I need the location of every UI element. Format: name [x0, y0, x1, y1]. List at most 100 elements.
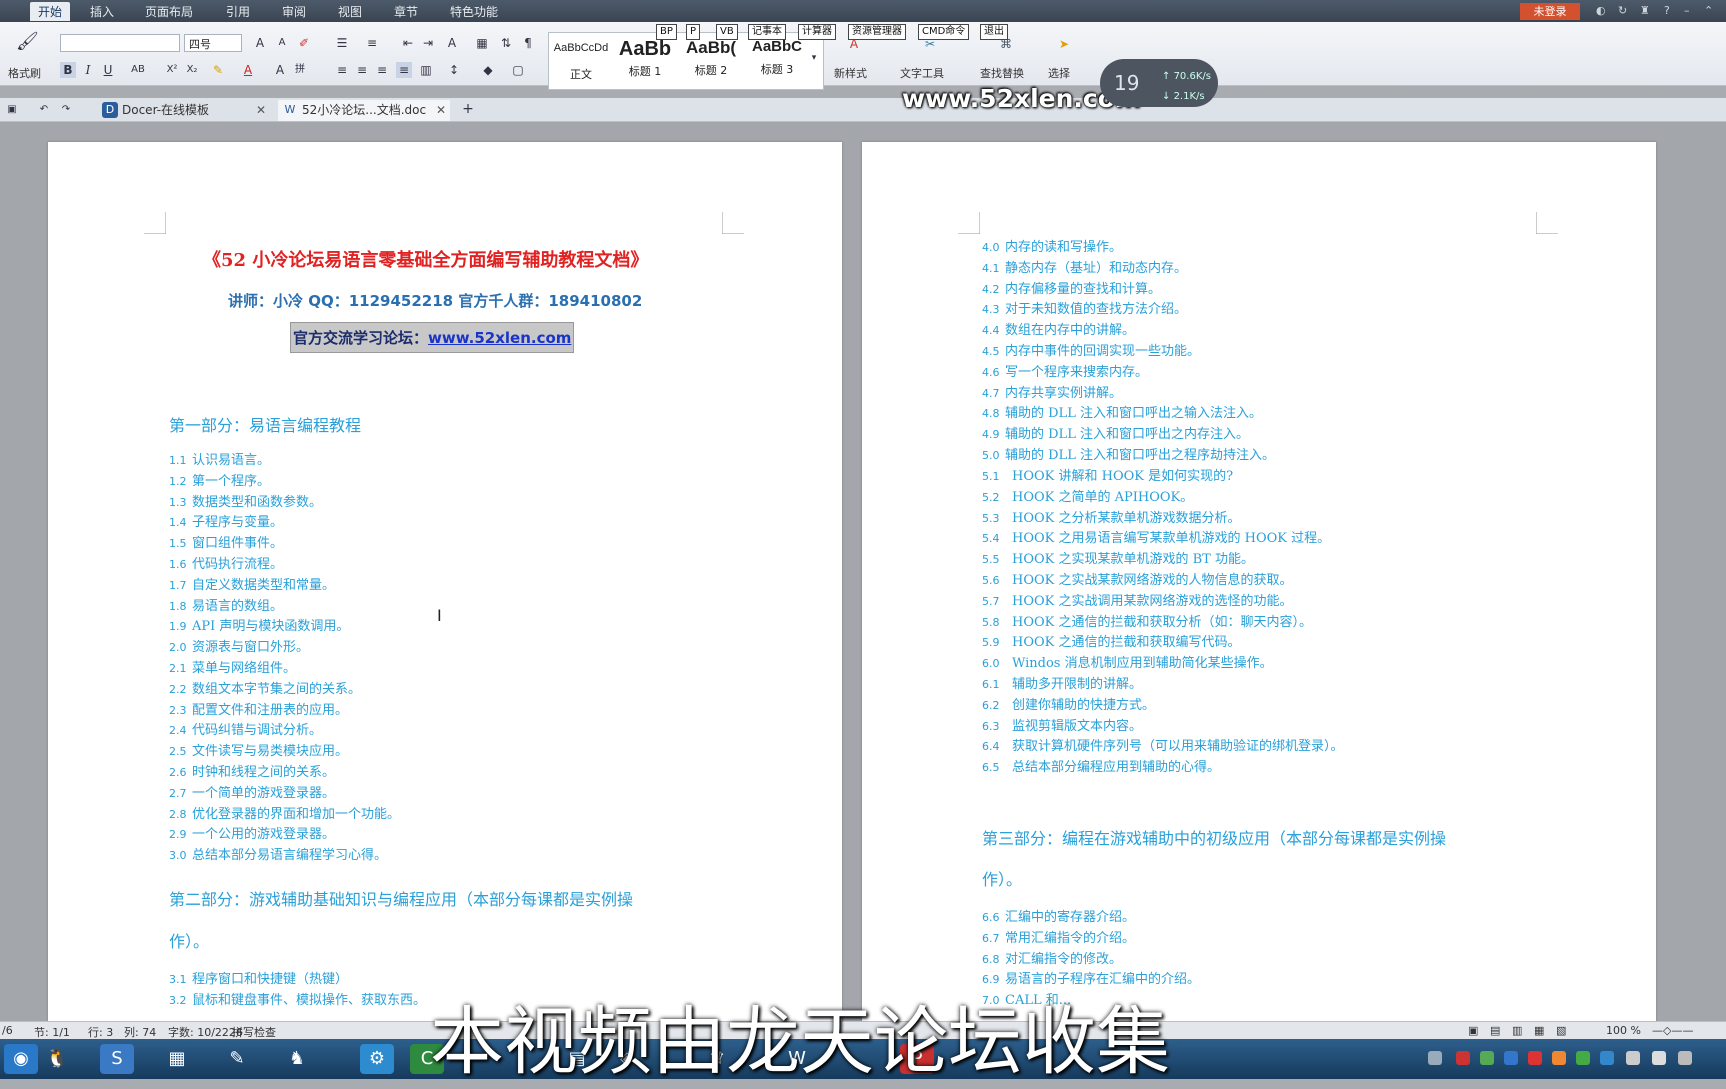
outline-view-icon[interactable]: ▥ — [1512, 1024, 1522, 1037]
view-mode-icon[interactable]: ▣ — [1468, 1024, 1478, 1037]
doc-tab-docer[interactable]: D Docer-在线模板 ✕ — [98, 100, 270, 121]
float-button-notepad[interactable]: 记事本 — [748, 24, 786, 40]
shrink-font-icon[interactable]: A — [274, 35, 290, 51]
phonetic-icon[interactable]: 拼 — [292, 62, 308, 78]
font-size-select[interactable]: 四号 — [184, 34, 242, 52]
close-icon[interactable]: ✕ — [256, 100, 266, 120]
undo-icon[interactable]: ↶ — [36, 102, 52, 118]
minimize-icon[interactable]: – — [1684, 4, 1690, 17]
zoom-slider[interactable]: —◇—— — [1652, 1024, 1693, 1037]
spell-check[interactable]: 拼写检查 — [232, 1024, 276, 1040]
decrease-indent-icon[interactable]: ⇤ — [400, 35, 416, 51]
volume-icon[interactable] — [1652, 1051, 1666, 1065]
distribute-icon[interactable]: ▥ — [418, 62, 434, 78]
tab-chapter[interactable]: 章节 — [394, 3, 418, 20]
highlight-icon[interactable]: ✎ — [210, 62, 226, 78]
close-icon[interactable]: ✕ — [436, 100, 446, 120]
shield-icon[interactable] — [1504, 1051, 1518, 1065]
grow-font-icon[interactable]: A — [252, 35, 268, 51]
clear-format-icon[interactable]: ✐ — [296, 35, 312, 51]
italic-button[interactable]: I — [80, 62, 96, 78]
action-center-icon[interactable] — [1678, 1051, 1692, 1065]
tab-references[interactable]: 引用 — [226, 3, 250, 20]
superscript-icon[interactable]: X² — [164, 62, 180, 78]
brush-icon[interactable]: 🖌 — [16, 33, 39, 51]
shirt-icon[interactable]: ♜ — [1640, 4, 1650, 17]
numbering-icon[interactable]: ≡ — [364, 35, 380, 51]
antivirus-icon[interactable] — [1456, 1051, 1470, 1065]
network-monitor[interactable]: 19 ↑ 70.6K/s ↓ 2.1K/s — [1100, 59, 1218, 107]
style-heading-2[interactable]: AaBb( 标题 2 — [680, 38, 742, 84]
find-replace-label[interactable]: 查找替换 — [980, 65, 1024, 81]
select-label[interactable]: 选择 — [1048, 65, 1070, 81]
bold-button[interactable]: B — [60, 62, 76, 78]
collapse-icon[interactable]: ⌃ — [1704, 4, 1713, 17]
notepad-icon[interactable]: ✎ — [220, 1044, 254, 1074]
network-app-icon[interactable]: ⚙ — [360, 1044, 394, 1074]
float-button-calculator[interactable]: 计算器 — [798, 24, 836, 40]
line-spacing-icon[interactable]: ↕ — [446, 62, 462, 78]
select-cursor-icon[interactable]: ➤ — [1056, 36, 1072, 52]
format-painter-label[interactable]: 格式刷 — [8, 65, 41, 81]
start-orb-icon[interactable]: ◉ — [4, 1044, 38, 1074]
align-center-icon[interactable]: ≡ — [354, 62, 370, 78]
page-view-icon[interactable]: ▤ — [1490, 1024, 1500, 1037]
tab-view[interactable]: 视图 — [338, 3, 362, 20]
forum-link[interactable]: www.52xlen.com — [428, 329, 571, 347]
sort-icon[interactable]: ⇅ — [498, 35, 514, 51]
keyboard-icon[interactable] — [1428, 1051, 1442, 1065]
new-style-label[interactable]: 新样式 — [834, 65, 867, 81]
qq-icon[interactable]: 🐧 — [40, 1044, 74, 1074]
redo-icon[interactable]: ↷ — [58, 102, 74, 118]
save-icon[interactable]: ▣ — [4, 102, 20, 118]
network-icon[interactable] — [1626, 1051, 1640, 1065]
tab-page-layout[interactable]: 页面布局 — [145, 3, 193, 20]
float-button-bp[interactable]: BP — [656, 24, 677, 40]
subscript-icon[interactable]: X₂ — [184, 62, 200, 78]
style-heading-1[interactable]: AaBb 标题 1 — [614, 38, 676, 84]
increase-indent-icon[interactable]: ⇥ — [420, 35, 436, 51]
align-right-icon[interactable]: ≡ — [374, 62, 390, 78]
login-button[interactable]: 未登录 — [1520, 3, 1580, 20]
gallery-more-icon[interactable]: ▾ — [806, 50, 822, 66]
style-heading-3[interactable]: AaBbC 标题 3 — [746, 38, 808, 84]
char-shading-icon[interactable]: A — [272, 62, 288, 78]
table-icon[interactable]: ▦ — [474, 35, 490, 51]
style-normal[interactable]: AaBbCcDd 正文 — [550, 38, 612, 84]
player-icon[interactable]: ♞ — [280, 1044, 314, 1074]
tray-orange-icon[interactable] — [1552, 1051, 1566, 1065]
text-direction-icon[interactable]: A — [444, 35, 460, 51]
strikethrough-icon[interactable]: AB — [130, 62, 146, 78]
tray-red-icon[interactable] — [1528, 1051, 1542, 1065]
tab-review[interactable]: 审阅 — [282, 3, 306, 20]
shading-icon[interactable]: ◆ — [480, 62, 496, 78]
new-tab-icon[interactable]: + — [460, 101, 476, 117]
reading-view-icon[interactable]: ▧ — [1556, 1024, 1566, 1037]
tab-start[interactable]: 开始 — [30, 2, 71, 21]
float-button-vb[interactable]: VB — [716, 24, 738, 40]
tab-insert[interactable]: 插入 — [90, 3, 114, 20]
bullets-icon[interactable]: ☰ — [334, 35, 350, 51]
tray-green-icon[interactable] — [1480, 1051, 1494, 1065]
font-name-select[interactable] — [60, 34, 180, 52]
doc-tab-active[interactable]: W 52小冷论坛...文档.doc ✕ — [278, 100, 450, 121]
text-tools-label[interactable]: 文字工具 — [900, 65, 944, 81]
float-button-exit[interactable]: 退出 — [980, 24, 1008, 40]
show-marks-icon[interactable]: ¶ — [520, 35, 536, 51]
tab-special[interactable]: 特色功能 — [450, 3, 498, 20]
float-button-cmd[interactable]: CMD命令 — [918, 24, 970, 40]
underline-button[interactable]: U — [100, 62, 116, 78]
calculator-icon[interactable]: ▦ — [160, 1044, 194, 1074]
sogou-icon[interactable]: S — [100, 1044, 134, 1074]
tray-app-icon[interactable] — [1576, 1051, 1590, 1065]
tray-blue-icon[interactable] — [1600, 1051, 1614, 1065]
help-icon[interactable]: ? — [1664, 4, 1670, 17]
refresh-icon[interactable]: ↻ — [1618, 4, 1627, 17]
web-view-icon[interactable]: ▦ — [1534, 1024, 1544, 1037]
float-button-p[interactable]: P — [686, 24, 701, 40]
justify-icon[interactable]: ≡ — [396, 62, 412, 78]
font-color-icon[interactable]: A — [240, 62, 256, 78]
zoom-level[interactable]: 100 % — [1606, 1024, 1641, 1037]
float-button-explorer[interactable]: 资源管理器 — [848, 24, 906, 40]
align-left-icon[interactable]: ≡ — [334, 62, 350, 78]
